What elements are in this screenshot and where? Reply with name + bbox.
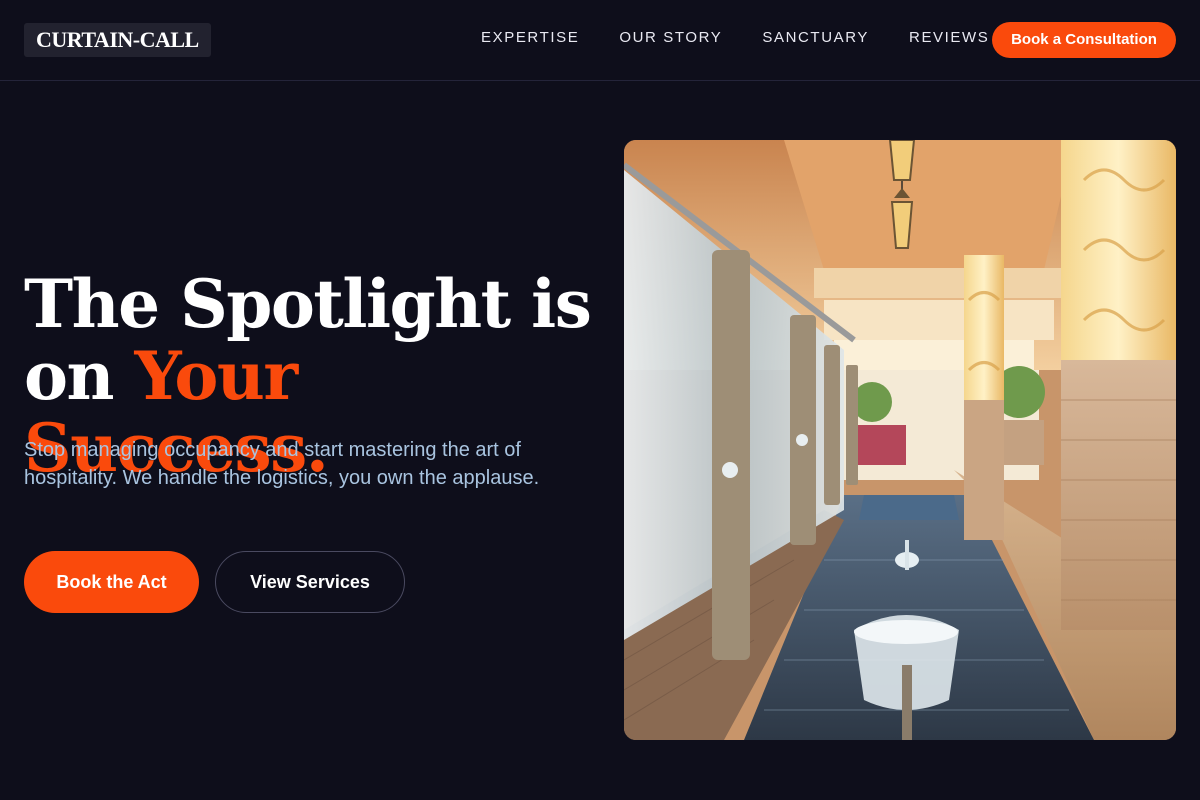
view-services-button[interactable]: View Services: [215, 551, 405, 613]
site-header: CURTAIN-CALL EXPERTISE OUR STORY SANCTUA…: [0, 0, 1200, 81]
main-nav: EXPERTISE OUR STORY SANCTUARY REVIEWS: [481, 28, 989, 48]
nav-link-sanctuary[interactable]: SANCTUARY: [762, 28, 869, 48]
nav-link-expertise[interactable]: EXPERTISE: [481, 28, 579, 48]
book-consultation-button[interactable]: Book a Consultation: [992, 22, 1176, 58]
book-the-act-button[interactable]: Book the Act: [24, 551, 199, 613]
headline-line-2: on: [24, 337, 135, 415]
hero-image: [624, 140, 1176, 740]
nav-link-reviews[interactable]: REVIEWS: [909, 28, 989, 48]
nav-link-our-story[interactable]: OUR STORY: [619, 28, 722, 48]
hero-subtext: Stop managing occupancy and start master…: [24, 439, 540, 489]
headline-line-1: The Spotlight is: [24, 265, 592, 343]
logo[interactable]: CURTAIN-CALL: [24, 23, 211, 57]
